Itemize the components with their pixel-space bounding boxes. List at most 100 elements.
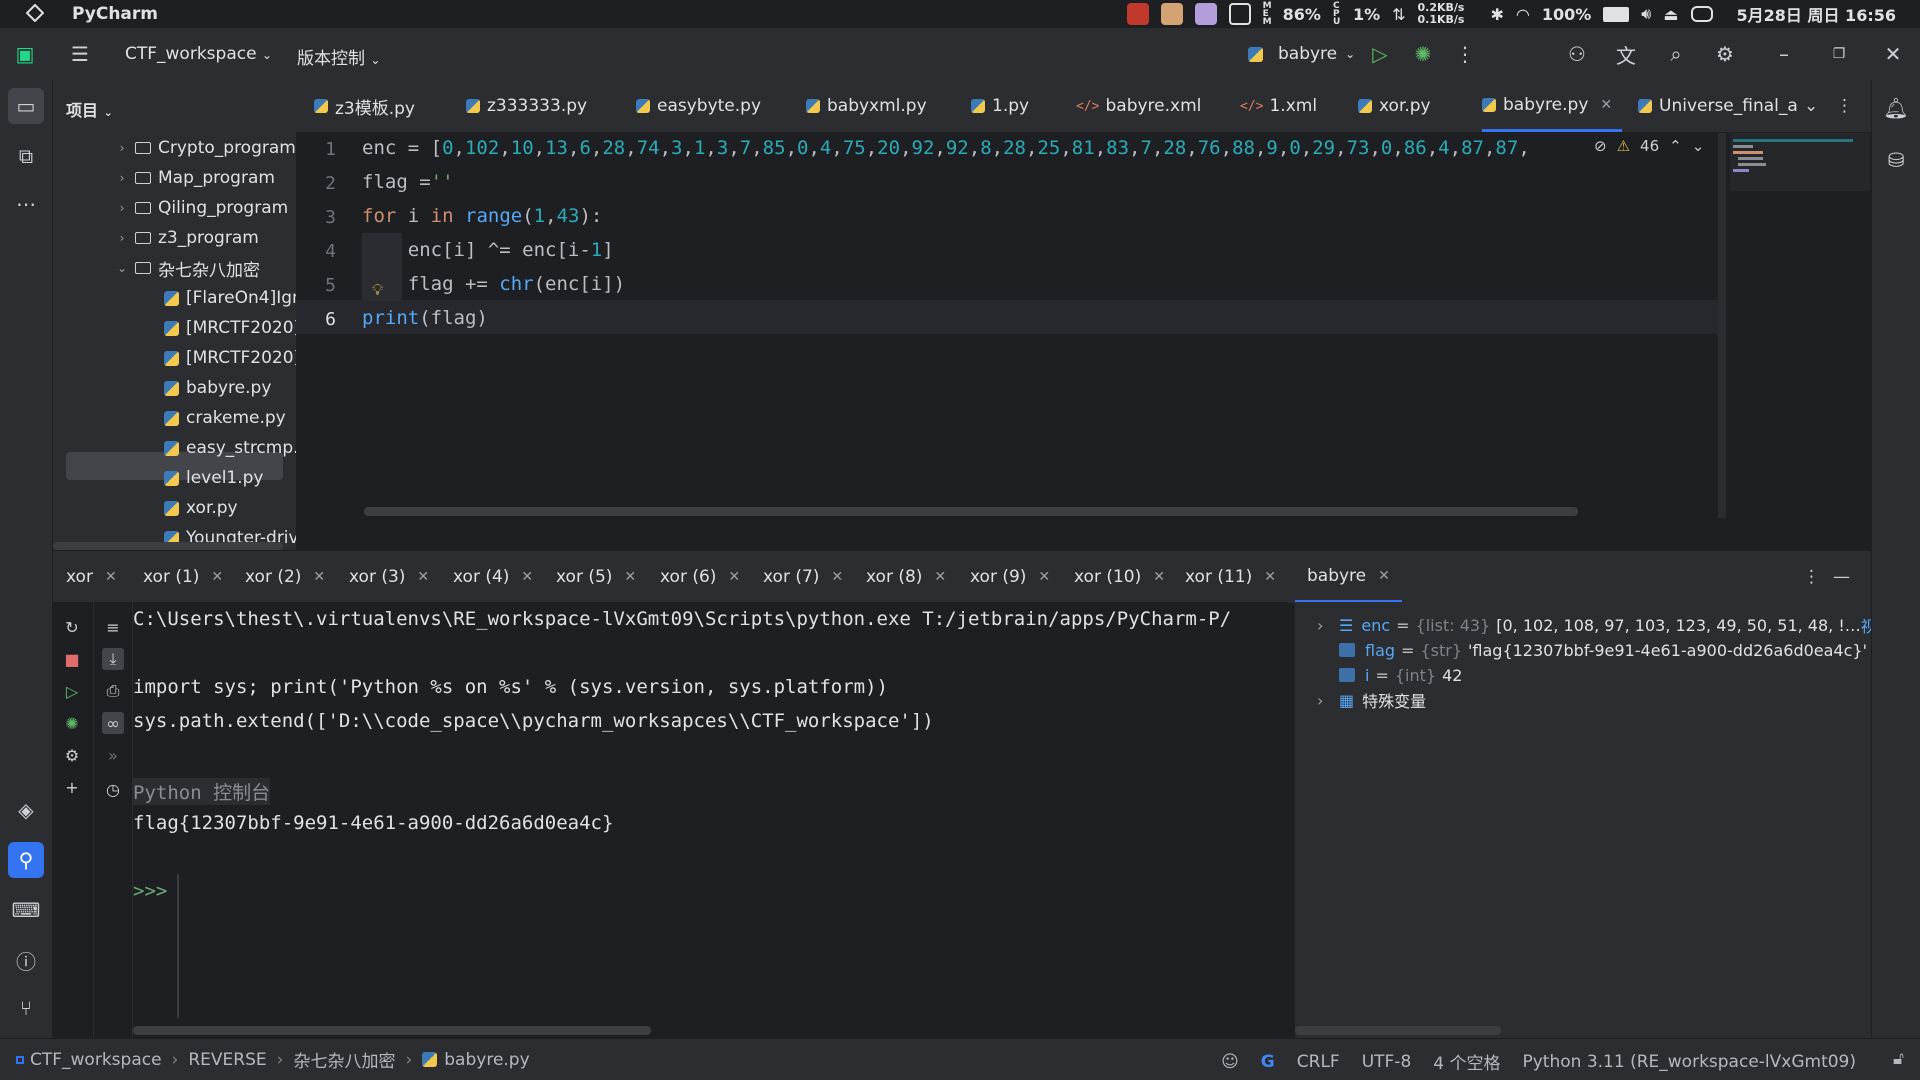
chevron-down-icon[interactable]: ⌄ <box>1692 137 1705 155</box>
code-editor[interactable]: 1 2 3 4 5 6 💡︎ enc = [0,102,10,13,6,28,7… <box>296 133 1728 550</box>
breadcrumb-item[interactable]: 杂七杂八加密 <box>293 1047 395 1072</box>
show-variables-icon[interactable]: ∞ <box>102 712 124 734</box>
stop-icon[interactable]: ■ <box>61 648 83 670</box>
tab-babyre-xml[interactable]: </> babyre.xml <box>1076 80 1201 132</box>
close-tab-icon[interactable]: ✕ <box>831 569 843 585</box>
code-minimap[interactable] <box>1730 133 1870 191</box>
run-config-selector[interactable]: babyre ⌄ <box>1248 44 1355 64</box>
add-icon[interactable]: + <box>61 776 83 798</box>
tree-item-misc-encrypt[interactable]: ⌄ 杂七杂八加密 <box>115 254 260 282</box>
run-tab[interactable]: xor (1) ✕ <box>143 551 223 603</box>
settings-icon[interactable]: ⚙ <box>61 744 83 766</box>
copilot-icon[interactable]: ☺ <box>1221 1052 1239 1072</box>
run-icon[interactable]: ▷ <box>1368 42 1392 66</box>
close-tab-icon[interactable]: ✕ <box>1378 568 1390 584</box>
main-menu-icon[interactable]: ☰ <box>68 42 92 66</box>
tray-app-icon[interactable] <box>1126 3 1149 25</box>
notifications-icon[interactable]: 🔔︎ <box>1878 90 1914 126</box>
history-icon[interactable]: ◷ <box>102 778 124 800</box>
lock-icon[interactable]: 🔓︎ <box>1893 1049 1904 1069</box>
run-tab[interactable]: xor (2) ✕ <box>245 551 325 603</box>
tray-cat-icon[interactable] <box>1160 3 1183 25</box>
settings-icon[interactable]: ⚙ <box>1713 42 1737 66</box>
translate-icon[interactable]: 文 <box>1614 42 1638 68</box>
panel-options-icon[interactable]: ⋮ <box>1803 551 1820 603</box>
close-icon[interactable]: ✕ <box>1881 42 1905 66</box>
variable-row-enc[interactable]: › ☰ enc = {list: 43} [0, 102, 108, 97, 1… <box>1317 611 1871 639</box>
close-tab-icon[interactable]: ✕ <box>1600 97 1612 113</box>
project-selector[interactable]: CTF_workspace ⌄ <box>125 44 272 64</box>
tray-screen-icon[interactable] <box>1228 3 1251 25</box>
run-tab[interactable]: xor (3) ✕ <box>349 551 429 603</box>
horizontal-scrollbar[interactable] <box>364 507 1578 516</box>
variable-row-flag[interactable]: flag = {str} 'flag{12307bbf-9e91-4e61-a9… <box>1339 636 1867 664</box>
close-tab-icon[interactable]: ✕ <box>521 569 533 585</box>
tree-item-babyre[interactable]: babyre.py <box>164 374 271 402</box>
close-tab-icon[interactable]: ✕ <box>624 569 636 585</box>
tab-babyre-py[interactable]: babyre.py ✕ <box>1482 80 1623 132</box>
tree-item-map-program[interactable]: › Map_program <box>115 164 275 192</box>
close-tab-icon[interactable]: ✕ <box>1038 569 1050 585</box>
close-tab-icon[interactable]: ✕ <box>211 569 223 585</box>
tree-item-file[interactable]: [FlareOn4]Ign <box>164 284 296 312</box>
tree-item-qiling-program[interactable]: › Qiling_program <box>115 194 289 222</box>
scroll-to-end-icon[interactable]: ⤓ <box>102 648 124 670</box>
eject-icon[interactable]: ⏏ <box>1663 5 1678 24</box>
tree-item-file[interactable]: crakeme.py <box>164 404 286 432</box>
breadcrumb-item[interactable]: CTF_workspace <box>30 1050 162 1070</box>
minimize-icon[interactable]: – <box>1772 42 1796 66</box>
console-prompt[interactable]: >>> <box>133 880 167 902</box>
debug-icon[interactable]: ✺ <box>61 712 83 734</box>
tab-xor[interactable]: xor.py <box>1358 80 1431 132</box>
hide-icon[interactable]: ⊘ <box>1594 137 1607 155</box>
close-tab-icon[interactable]: ✕ <box>313 569 325 585</box>
chevron-right-icon[interactable]: › <box>115 201 129 215</box>
toggle-icon[interactable] <box>1690 6 1713 22</box>
chevron-up-icon[interactable]: ⌃ <box>1669 137 1682 155</box>
bluetooth-icon[interactable]: ✱ <box>1490 5 1503 24</box>
tree-item-file[interactable]: [MRCTF2020] <box>164 314 296 342</box>
close-tab-icon[interactable]: ✕ <box>934 569 946 585</box>
view-link[interactable]: 视图 <box>1861 613 1871 637</box>
inspection-widget[interactable]: ⊘ ⚠ 46 ⌃ ⌄ <box>1594 133 1728 159</box>
run-tab[interactable]: xor (4) ✕ <box>453 551 533 603</box>
chevron-right-icon[interactable]: › <box>1317 616 1339 635</box>
python-console-icon[interactable]: ⚲ <box>8 842 44 878</box>
run-tab[interactable]: xor (5) ✕ <box>556 551 636 603</box>
tabs-dropdown-icon[interactable]: ⌄ <box>1804 80 1818 132</box>
more-icon[interactable]: » <box>102 744 124 766</box>
run-tab[interactable]: xor (10) ✕ <box>1074 551 1165 603</box>
tabs-more-icon[interactable]: ⋮ <box>1836 80 1853 132</box>
google-icon[interactable]: G <box>1261 1052 1275 1072</box>
chevron-down-icon[interactable]: ⌄ <box>115 261 129 275</box>
problems-icon[interactable]: ⓘ <box>8 942 44 978</box>
tab-universe-final[interactable]: Universe_final_a <box>1638 80 1798 132</box>
chevron-right-icon[interactable]: › <box>115 171 129 185</box>
run-tab[interactable]: xor (9) ✕ <box>970 551 1050 603</box>
run-tab[interactable]: xor (8) ✕ <box>866 551 946 603</box>
run-tab[interactable]: xor (11) ✕ <box>1185 551 1276 603</box>
tab-1-py[interactable]: 1.py <box>971 80 1029 132</box>
tray-game-icon[interactable] <box>1194 3 1217 25</box>
rerun-icon[interactable]: ↻ <box>61 616 83 638</box>
minimize-panel-icon[interactable]: — <box>1833 551 1850 603</box>
run-icon[interactable]: ▷ <box>61 680 83 702</box>
project-panel-header[interactable]: 项目 ⌄ <box>66 97 113 121</box>
run-tab[interactable]: xor (6) ✕ <box>660 551 740 603</box>
close-tab-icon[interactable]: ✕ <box>105 569 117 585</box>
git-icon[interactable]: ⑂ <box>8 990 44 1026</box>
search-icon[interactable]: ⌕ <box>1664 42 1688 66</box>
tree-item-z3-program[interactable]: › z3_program <box>115 224 259 252</box>
python-console[interactable]: C:\Users\thest\.virtualenvs\RE_workspace… <box>133 602 1288 1038</box>
more-tools-icon[interactable]: ⋯ <box>8 186 44 222</box>
variable-row-i[interactable]: i = {int} 42 <box>1339 661 1462 689</box>
structure-icon[interactable]: ⧉ <box>8 138 44 174</box>
vertical-scrollbar[interactable] <box>1718 133 1726 518</box>
tree-item-file[interactable]: easy_strcmp.p <box>164 434 296 462</box>
chevron-right-icon[interactable]: › <box>1317 691 1339 710</box>
chevron-right-icon[interactable]: › <box>115 141 129 155</box>
vcs-menu[interactable]: 版本控制 ⌄ <box>297 44 380 69</box>
terminal-icon[interactable]: ⌨ <box>8 892 44 928</box>
run-tab[interactable]: xor ✕ <box>66 551 117 603</box>
variable-row-special[interactable]: › ▦ 特殊变量 <box>1317 686 1426 714</box>
